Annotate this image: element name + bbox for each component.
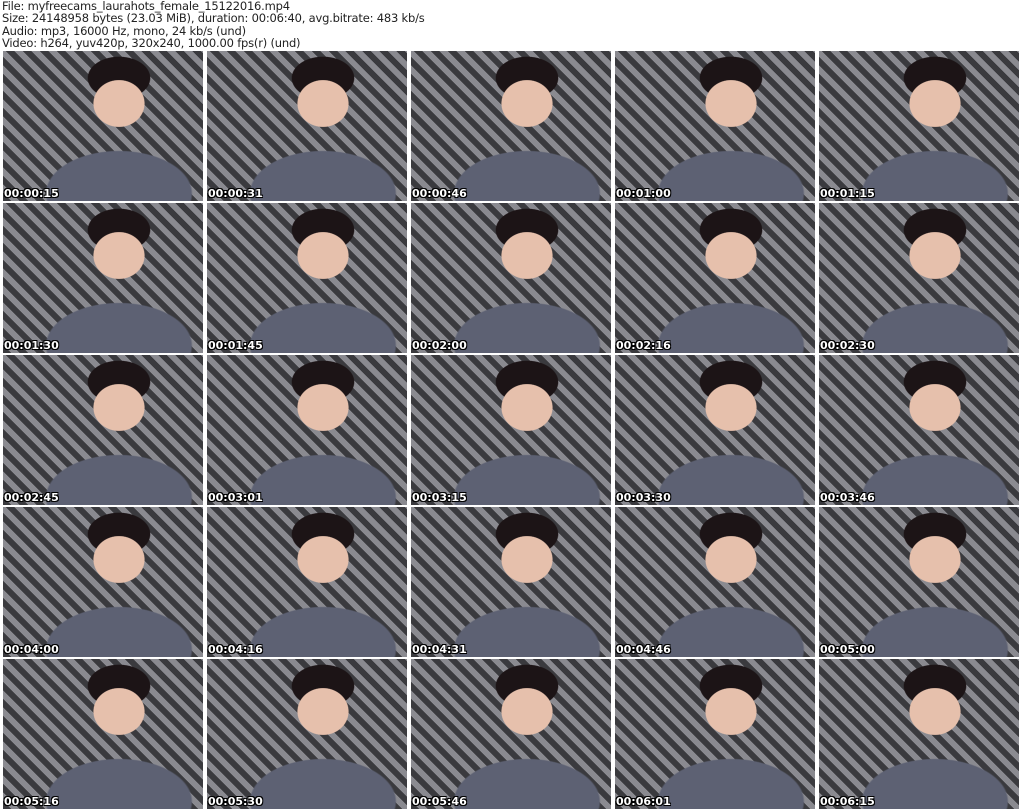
video-thumbnail: 00:06:15: [819, 659, 1019, 809]
video-thumbnail: 00:02:45: [3, 355, 203, 505]
video-thumbnail: 00:03:30: [615, 355, 815, 505]
timestamp-label: 00:04:16: [208, 643, 263, 656]
file-info-header: File: myfreecams_laurahots_female_151220…: [2, 0, 425, 49]
timestamp-label: 00:00:46: [412, 187, 467, 200]
video-thumbnail: 00:05:46: [411, 659, 611, 809]
timestamp-label: 00:02:00: [412, 339, 467, 352]
timestamp-label: 00:05:16: [4, 795, 59, 808]
video-thumbnail: 00:06:01: [615, 659, 815, 809]
timestamp-label: 00:03:30: [616, 491, 671, 504]
video-thumbnail: 00:00:46: [411, 51, 611, 201]
timestamp-label: 00:04:46: [616, 643, 671, 656]
video-thumbnail: 00:04:00: [3, 507, 203, 657]
timestamp-label: 00:03:46: [820, 491, 875, 504]
timestamp-label: 00:05:00: [820, 643, 875, 656]
timestamp-label: 00:01:15: [820, 187, 875, 200]
video-thumbnail: 00:02:16: [615, 203, 815, 353]
thumbnail-grid: 00:00:15 00:00:31 00:00:46 00:01:00 00:01:15…: [3, 51, 1019, 809]
timestamp-label: 00:04:31: [412, 643, 467, 656]
video-thumbnail: 00:01:00: [615, 51, 815, 201]
timestamp-label: 00:03:15: [412, 491, 467, 504]
video-thumbnail: 00:05:16: [3, 659, 203, 809]
video-thumbnail: 00:02:30: [819, 203, 1019, 353]
timestamp-label: 00:05:46: [412, 795, 467, 808]
file-size-info: Size: 24148958 bytes (23.03 MiB), durati…: [2, 11, 425, 26]
timestamp-label: 00:00:15: [4, 187, 59, 200]
video-thumbnail: 00:04:46: [615, 507, 815, 657]
video-thumbnail: 00:01:15: [819, 51, 1019, 201]
timestamp-label: 00:06:15: [820, 795, 875, 808]
timestamp-label: 00:03:01: [208, 491, 263, 504]
video-thumbnail: 00:04:16: [207, 507, 407, 657]
video-thumbnail: 00:00:15: [3, 51, 203, 201]
timestamp-label: 00:00:31: [208, 187, 263, 200]
timestamp-label: 00:06:01: [616, 795, 671, 808]
video-thumbnail: 00:00:31: [207, 51, 407, 201]
timestamp-label: 00:05:30: [208, 795, 263, 808]
video-info: Video: h264, yuv420p, 320x240, 1000.00 f…: [2, 35, 301, 50]
video-thumbnail: 00:05:00: [819, 507, 1019, 657]
timestamp-label: 00:01:45: [208, 339, 263, 352]
video-thumbnail: 00:03:01: [207, 355, 407, 505]
timestamp-label: 00:04:00: [4, 643, 59, 656]
video-thumbnail: 00:03:46: [819, 355, 1019, 505]
video-thumbnail: 00:04:31: [411, 507, 611, 657]
timestamp-label: 00:02:30: [820, 339, 875, 352]
timestamp-label: 00:02:16: [616, 339, 671, 352]
video-thumbnail: 00:01:45: [207, 203, 407, 353]
video-thumbnail: 00:01:30: [3, 203, 203, 353]
video-thumbnail: 00:03:15: [411, 355, 611, 505]
timestamp-label: 00:01:00: [616, 187, 671, 200]
timestamp-label: 00:02:45: [4, 491, 59, 504]
video-thumbnail: 00:02:00: [411, 203, 611, 353]
timestamp-label: 00:01:30: [4, 339, 59, 352]
video-thumbnail: 00:05:30: [207, 659, 407, 809]
